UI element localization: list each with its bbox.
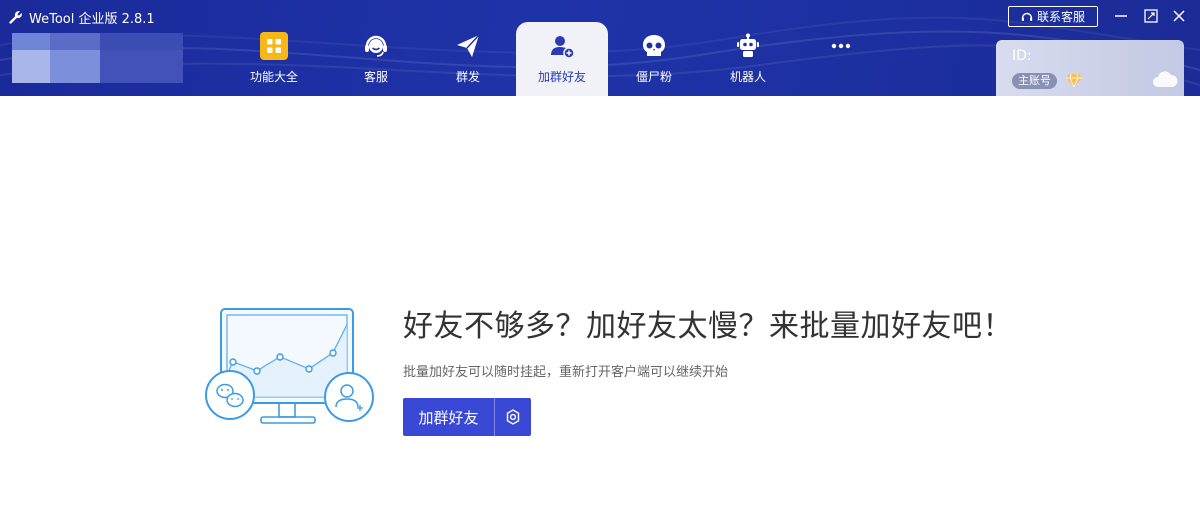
top-header: WeTool 企业版 2.8.1 功能大全 客服 群发 加群好友 僵尸粉 机器人… — [0, 0, 1200, 96]
headset-small-icon — [1021, 12, 1033, 21]
tab-features[interactable]: 功能大全 — [229, 22, 319, 96]
tab-zombie-fans[interactable]: 僵尸粉 — [609, 22, 699, 96]
add-user-icon — [548, 32, 576, 60]
paper-plane-icon — [454, 32, 482, 60]
close-icon — [1173, 10, 1185, 22]
tab-customer-service[interactable]: 客服 — [331, 22, 421, 96]
tab-more[interactable] — [796, 22, 886, 96]
account-card[interactable]: ID: 主账号 — [996, 40, 1184, 96]
main-account-badge: 主账号 — [1012, 73, 1057, 89]
contact-support-button[interactable]: 联系客服 — [1008, 6, 1098, 27]
app-title-text: WeTool 企业版 2.8.1 — [29, 11, 155, 27]
grid-icon — [260, 32, 288, 60]
minimize-button[interactable] — [1112, 7, 1130, 25]
account-id-label: ID: — [1012, 48, 1032, 64]
tab-robot[interactable]: 机器人 — [703, 22, 793, 96]
monitor-illustration — [205, 308, 374, 424]
tab-label: 功能大全 — [249, 70, 298, 84]
maximize-button[interactable] — [1142, 7, 1160, 25]
robot-icon — [734, 32, 762, 60]
more-dots-icon — [827, 32, 855, 60]
contact-support-label: 联系客服 — [1036, 10, 1085, 24]
tab-add-group-friends[interactable]: 加群好友 — [516, 22, 608, 96]
cloud-icon — [1153, 71, 1178, 87]
add-group-friends-split-button: 加群好友 — [403, 398, 531, 436]
add-group-friends-button[interactable]: 加群好友 — [403, 398, 495, 436]
tab-label: 客服 — [363, 70, 388, 84]
close-button[interactable] — [1170, 7, 1188, 25]
page-headline: 好友不够多？加好友太慢？来批量加好友吧！ — [403, 309, 1013, 344]
minimize-icon — [1115, 15, 1127, 17]
maximize-icon — [1144, 9, 1158, 23]
wrench-icon — [9, 10, 22, 24]
tab-broadcast[interactable]: 群发 — [423, 22, 513, 96]
app-title: WeTool 企业版 2.8.1 — [8, 7, 155, 27]
tab-label: 加群好友 — [537, 70, 586, 84]
headset-icon — [362, 32, 390, 60]
settings-button[interactable] — [495, 398, 531, 436]
blurred-avatar — [12, 33, 183, 83]
tab-label: 群发 — [455, 70, 480, 84]
page-subtext: 批量加好友可以随时挂起，重新打开客户端可以继续开始 — [403, 365, 729, 380]
diamond-icon — [1066, 73, 1082, 87]
tab-label: 僵尸粉 — [635, 70, 672, 84]
tab-label: 机器人 — [729, 70, 766, 84]
gear-icon — [506, 409, 520, 425]
skull-icon — [640, 32, 668, 60]
